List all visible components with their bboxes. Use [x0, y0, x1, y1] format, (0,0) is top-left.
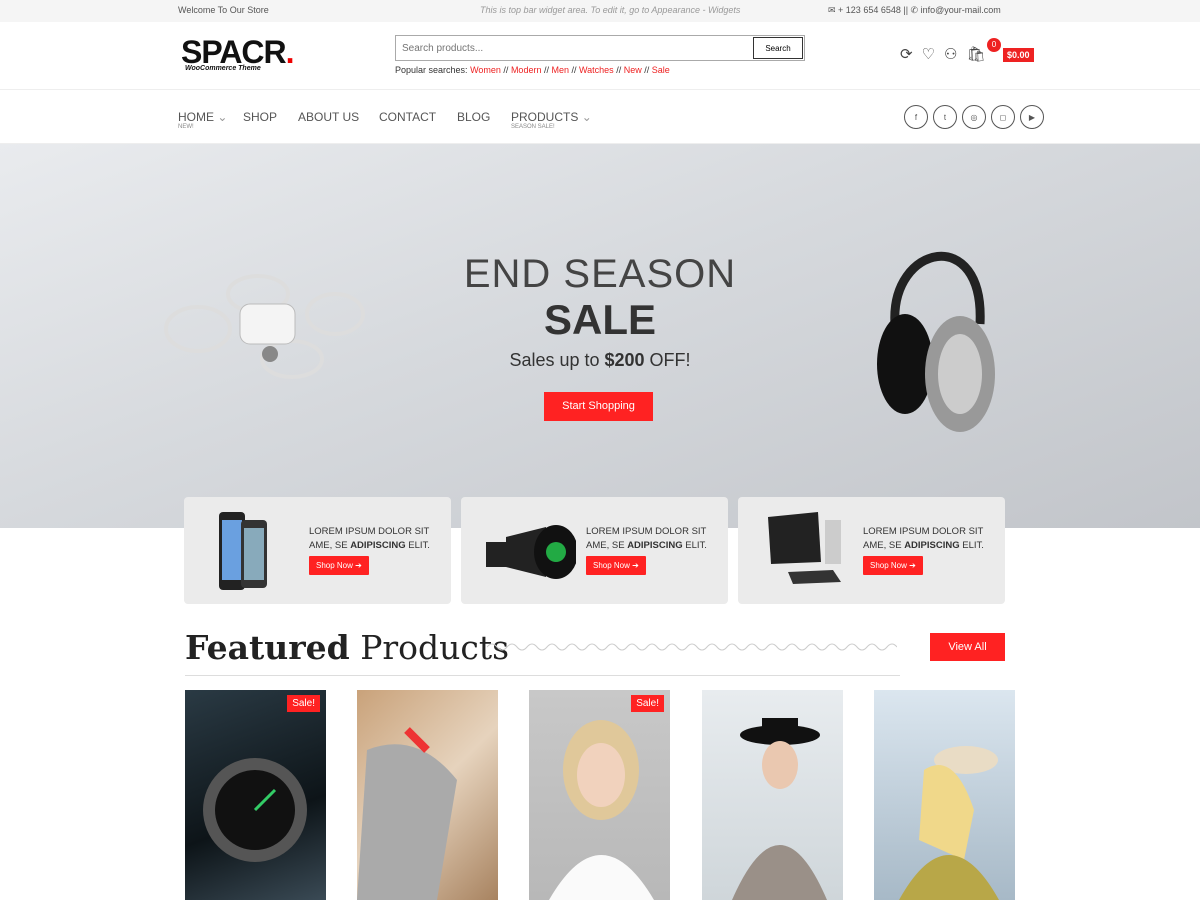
promo-cards: LOREM IPSUM DOLOR SIT AME, SE ADIPISCING …: [184, 497, 1005, 604]
search-bar: Search: [395, 35, 805, 61]
smartphone-image: [219, 512, 267, 590]
promo-card: LOREM IPSUM DOLOR SIT AME, SE ADIPISCING …: [738, 497, 1005, 604]
product-card-woman-white-shirt[interactable]: Sale!: [529, 690, 670, 900]
search-button[interactable]: Search: [753, 37, 803, 59]
top-bar: Welcome To Our Store This is top bar wid…: [0, 0, 1200, 22]
model-image: [899, 746, 999, 900]
welcome-text: Welcome To Our Store: [178, 5, 269, 15]
product-card-sneakers[interactable]: [357, 690, 498, 900]
promo-text: LOREM IPSUM DOLOR SIT: [863, 526, 984, 537]
nav-shop[interactable]: SHOP: [243, 110, 277, 124]
nav-home[interactable]: HOME ⌄ NEW!: [178, 110, 227, 130]
nav-contact[interactable]: CONTACT: [379, 110, 436, 124]
product-card-woman-straw-hat[interactable]: [874, 690, 1015, 900]
promo-card: LOREM IPSUM DOLOR SIT AME, SE ADIPISCING …: [461, 497, 728, 604]
instagram-icon[interactable]: ◻: [991, 105, 1015, 129]
popular-link[interactable]: Watches: [579, 65, 614, 75]
product-card-watch[interactable]: Sale!: [185, 690, 326, 900]
compare-icon[interactable]: ⟳: [900, 45, 913, 63]
product-card-woman-hat[interactable]: [702, 690, 843, 900]
dribbble-icon[interactable]: ◎: [962, 105, 986, 129]
cart-count-badge: 0: [987, 38, 1001, 52]
wave-divider: [487, 643, 897, 651]
popular-searches: Popular searches: Women // Modern // Men…: [395, 65, 670, 75]
hero-banner: END SEASON SALE Sales up to $200 OFF! St…: [0, 144, 1200, 528]
facebook-icon[interactable]: f: [904, 105, 928, 129]
promo-card: LOREM IPSUM DOLOR SIT AME, SE ADIPISCING …: [184, 497, 451, 604]
desktop-computer-image: [768, 512, 841, 584]
wishlist-icon[interactable]: ♡: [922, 45, 935, 63]
shop-now-button[interactable]: Shop Now ➔: [309, 556, 369, 575]
sale-badge: Sale!: [287, 695, 320, 712]
promo-text: LOREM IPSUM DOLOR SIT: [309, 526, 430, 537]
nav-about-us[interactable]: ABOUT US: [298, 110, 359, 124]
social-links: f t ◎ ◻ ▶: [904, 105, 1044, 129]
nav-blog[interactable]: BLOG: [457, 110, 490, 124]
view-all-button[interactable]: View All: [930, 633, 1005, 661]
popular-link[interactable]: Men: [551, 65, 569, 75]
popular-link[interactable]: Modern: [511, 65, 542, 75]
sneaker-image: [357, 727, 457, 900]
model-image: [549, 720, 654, 900]
promo-text: LOREM IPSUM DOLOR SIT: [586, 526, 707, 537]
hero-title: END SEASON: [463, 252, 737, 296]
cart-icon[interactable]: 🛍: [966, 45, 985, 63]
shop-now-button[interactable]: Shop Now ➔: [863, 556, 923, 575]
start-shopping-button[interactable]: Start Shopping: [544, 392, 653, 421]
hero-offer: Sales up to $200 OFF!: [509, 350, 691, 370]
hero-subtitle: SALE: [543, 296, 656, 343]
popular-link[interactable]: Women: [470, 65, 501, 75]
search-input[interactable]: [396, 36, 752, 60]
contact-info: ✉ + 123 654 6548 || ✆ info@your-mail.com: [828, 5, 1001, 15]
sale-badge: Sale!: [631, 695, 664, 712]
watch-image: [203, 758, 307, 862]
youtube-icon[interactable]: ▶: [1020, 105, 1044, 129]
model-image: [732, 718, 827, 900]
nav-products[interactable]: PRODUCTS ⌄ SEASON SALE!: [511, 110, 592, 130]
shop-now-button[interactable]: Shop Now ➔: [586, 556, 646, 575]
cart-total[interactable]: $0.00: [1003, 48, 1034, 62]
account-icon[interactable]: ⚇: [944, 45, 957, 63]
popular-link[interactable]: Sale: [652, 65, 670, 75]
featured-products-heading: Featured Products: [185, 628, 510, 667]
camera-image: [486, 525, 576, 579]
headphones-image: [877, 251, 995, 432]
logo[interactable]: SPACR. WooCommerce Theme: [181, 36, 295, 72]
twitter-icon[interactable]: t: [933, 105, 957, 129]
header: SPACR.WooCommerce Theme Search Popular s…: [0, 22, 1200, 90]
widget-text: This is top bar widget area. To edit it,…: [480, 5, 741, 15]
popular-link[interactable]: New: [624, 65, 642, 75]
divider: [185, 675, 900, 676]
